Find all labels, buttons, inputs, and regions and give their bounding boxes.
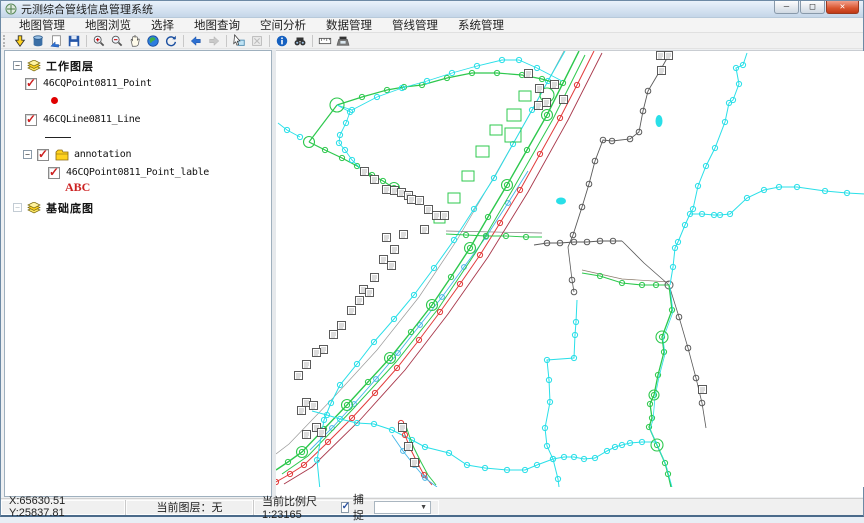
group-label: annotation — [74, 149, 131, 160]
layer-line-checkbox[interactable] — [25, 114, 37, 126]
legend-point-symbol — [51, 93, 58, 108]
status-scale: 当前比例尺 1:23165 捕捉 ▼ — [254, 500, 439, 515]
snap-checkbox[interactable] — [341, 502, 349, 513]
layers-icon — [27, 202, 41, 214]
add-data-icon[interactable] — [11, 33, 29, 48]
refresh-icon[interactable] — [162, 33, 180, 48]
forward-icon[interactable] — [205, 33, 223, 48]
layer-label: 46CQPoint0811_Point_lable — [66, 167, 209, 178]
tree-layer-point[interactable]: 46CQPoint0811_Point — [25, 76, 152, 91]
pipeline-map — [276, 51, 864, 487]
back-icon[interactable] — [187, 33, 205, 48]
map-canvas[interactable] — [276, 50, 863, 497]
menu-data-manage[interactable]: 数据管理 — [316, 17, 382, 33]
collapse-icon[interactable]: − — [13, 203, 22, 212]
toolbar-main — [1, 33, 863, 49]
status-current-layer: 当前图层：无 — [126, 500, 254, 515]
find-icon[interactable] — [291, 33, 309, 48]
menu-map-browse[interactable]: 地图浏览 — [75, 17, 141, 33]
menu-pipeline-manage[interactable]: 管线管理 — [382, 17, 448, 33]
line-symbol-swatch — [45, 137, 71, 138]
tree-group-basemap[interactable]: − 基础底图 — [13, 200, 94, 215]
app-icon — [5, 3, 17, 15]
window-title: 元测综合管线信息管理系统 — [21, 1, 153, 17]
collapse-icon[interactable]: − — [13, 61, 22, 70]
minimize-icon[interactable]: — — [774, 1, 799, 14]
layer-point-checkbox[interactable] — [25, 78, 37, 90]
save-icon[interactable] — [65, 33, 83, 48]
legend-label-symbol: ABC — [65, 180, 90, 195]
measure-icon[interactable] — [316, 33, 334, 48]
identify-icon[interactable] — [273, 33, 291, 48]
close-icon[interactable]: ✕ — [826, 1, 859, 14]
toolbar-grip — [3, 35, 8, 47]
snap-label: 捕捉 — [353, 491, 368, 523]
layer-tree-panel: − 工作图层 46CQPoint0811_Point 46CQLine0811_… — [4, 50, 272, 497]
zoom-in-icon[interactable] — [90, 33, 108, 48]
annotation-checkbox[interactable] — [37, 149, 49, 161]
title-bar: 元测综合管线信息管理系统 — □ ✕ — [1, 1, 863, 18]
status-coordinates: X:65630.51 Y:25837.81 — [1, 500, 126, 515]
folder-icon — [55, 149, 69, 161]
menu-map-manage[interactable]: 地图管理 — [9, 17, 75, 33]
menu-spatial-analysis[interactable]: 空间分析 — [250, 17, 316, 33]
chevron-down-icon: ▼ — [420, 504, 430, 511]
snap-target-combobox[interactable]: ▼ — [374, 501, 431, 514]
status-bar: X:65630.51 Y:25837.81 当前图层：无 当前比例尺 1:231… — [1, 498, 863, 515]
tree-layer-label[interactable]: 46CQPoint0811_Point_lable — [48, 165, 209, 180]
pan-icon[interactable] — [126, 33, 144, 48]
group-label: 工作图层 — [46, 58, 94, 74]
legend-line-symbol — [45, 130, 71, 145]
tree-group-annotation[interactable]: − annotation — [23, 147, 131, 162]
overview-icon[interactable] — [334, 33, 352, 48]
clear-selection-icon[interactable] — [248, 33, 266, 48]
layer-label: 46CQPoint0811_Point — [43, 78, 152, 89]
collapse-icon[interactable]: − — [23, 150, 32, 159]
menu-map-query[interactable]: 地图查询 — [184, 17, 250, 33]
select-features-icon[interactable] — [230, 33, 248, 48]
menu-bar: 地图管理 地图浏览 选择 地图查询 空间分析 数据管理 管线管理 系统管理 — [1, 18, 863, 33]
layer-label-checkbox[interactable] — [48, 167, 60, 179]
layer-label: 46CQLine0811_Line — [43, 114, 140, 125]
zoom-out-icon[interactable] — [108, 33, 126, 48]
menu-select[interactable]: 选择 — [141, 17, 184, 33]
app-window: 元测综合管线信息管理系统 — □ ✕ 地图管理 地图浏览 选择 地图查询 空间分… — [0, 0, 864, 517]
current-layer-readout: 当前图层：无 — [157, 499, 223, 515]
import-page-icon[interactable] — [47, 33, 65, 48]
label-symbol-sample: ABC — [65, 180, 90, 195]
tree-layer-line[interactable]: 46CQLine0811_Line — [25, 112, 140, 127]
coordinates-readout: X:65630.51 Y:25837.81 — [9, 495, 117, 519]
database-icon[interactable] — [29, 33, 47, 48]
main-area: − 工作图层 46CQPoint0811_Point 46CQLine0811_… — [1, 49, 863, 498]
point-symbol-swatch — [51, 97, 58, 104]
full-extent-icon[interactable] — [144, 33, 162, 48]
layers-icon — [27, 60, 41, 72]
group-label: 基础底图 — [46, 200, 94, 216]
tree-group-work-layers[interactable]: − 工作图层 — [13, 58, 94, 73]
menu-system-manage[interactable]: 系统管理 — [448, 17, 514, 33]
maximize-icon[interactable]: □ — [800, 1, 825, 14]
